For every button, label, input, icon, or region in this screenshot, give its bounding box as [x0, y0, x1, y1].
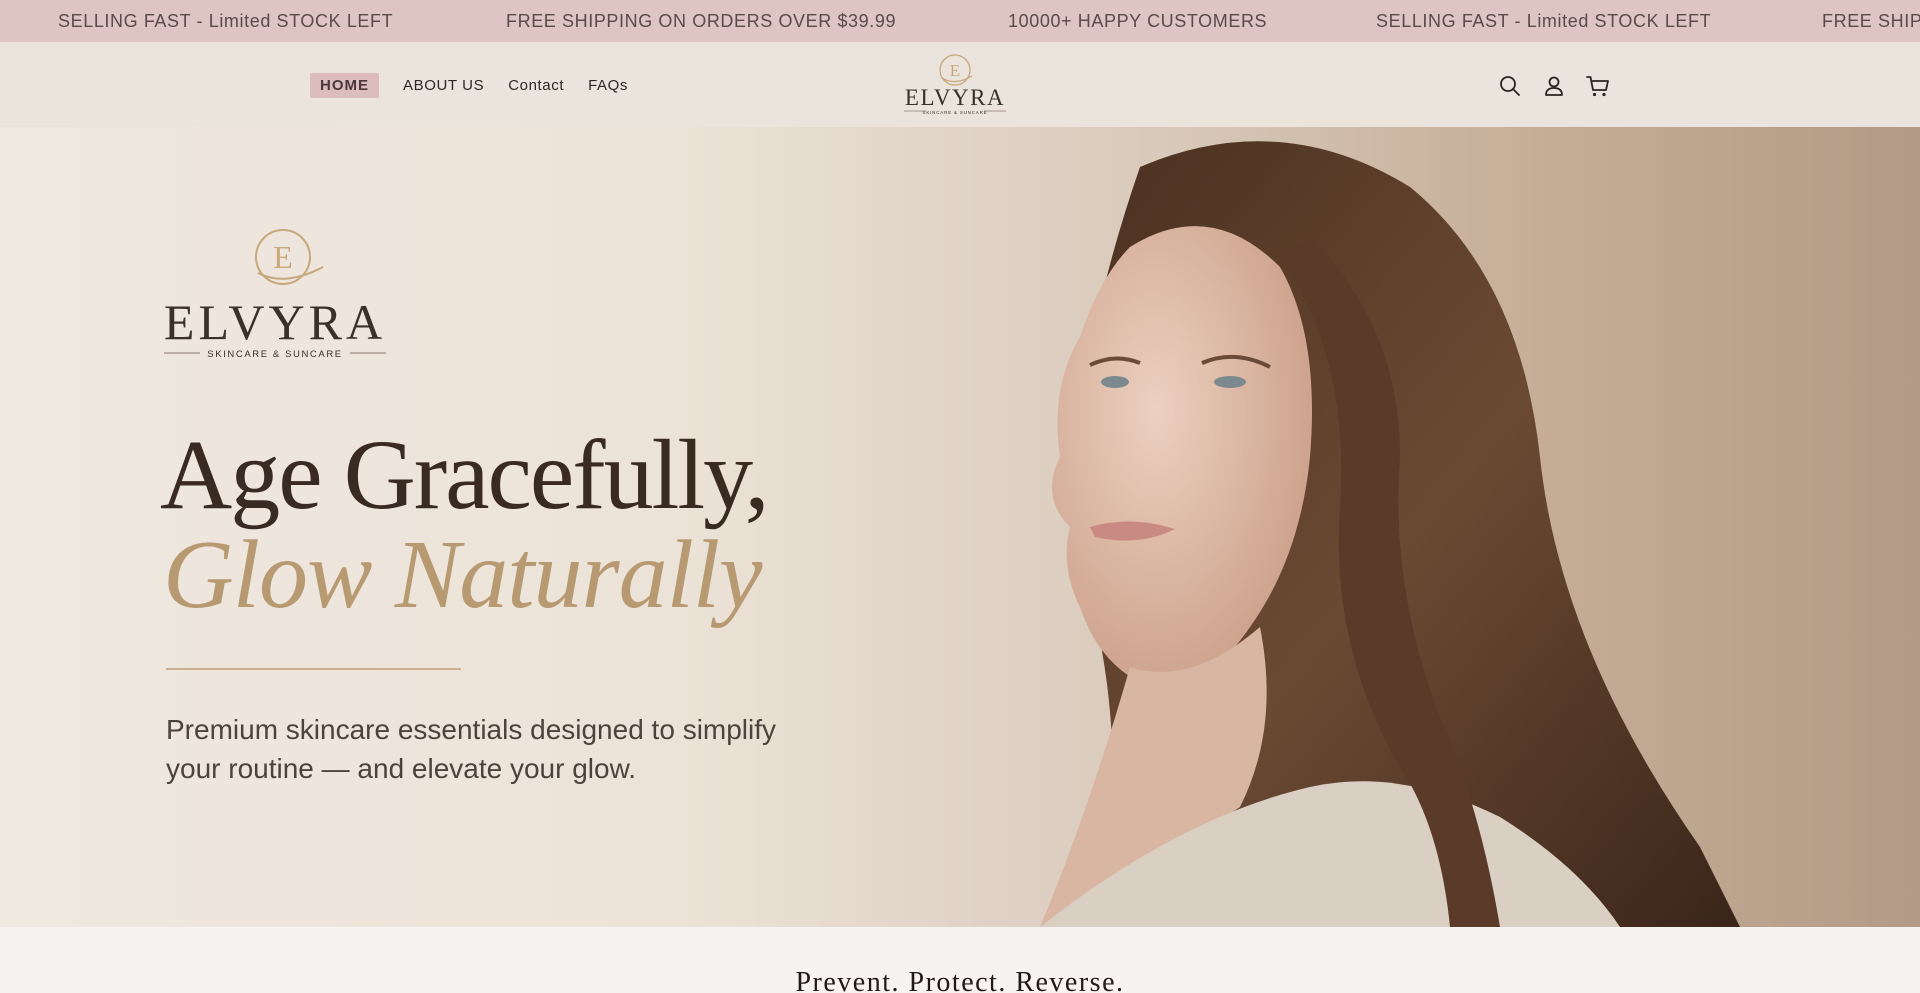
hero-subtext: Premium skincare essentials designed to …: [166, 714, 777, 784]
header-logo[interactable]: E ELVYRA SKINCARE & SUNCARE: [896, 50, 1014, 122]
nav-faqs[interactable]: FAQs: [588, 77, 628, 94]
header-icons: [1496, 72, 1612, 100]
cart-icon[interactable]: [1584, 72, 1612, 100]
nav-home[interactable]: HOME: [310, 72, 379, 98]
hero-banner[interactable]: E ELVYRA SKINCARE & SUNCARE Age Graceful…: [0, 127, 1920, 927]
announcement-message: SELLING FAST - Limited STOCK LEFT: [58, 11, 394, 31]
announcement-message: FREE SHIPPING ON ORDERS OVER $39.99: [506, 11, 897, 31]
announcement-bar: SELLING FAST - Limited STOCK LEFT FREE S…: [0, 0, 1920, 42]
announcement-message: 10000+ HAPPY CUSTOMERS: [1008, 11, 1268, 31]
nav-contact[interactable]: Contact: [508, 77, 564, 94]
header-logo-text: ELVYRA: [905, 85, 1005, 110]
search-icon[interactable]: [1496, 72, 1524, 100]
main-nav: HOME ABOUT US Contact FAQs: [310, 72, 652, 98]
hero-brand-logo: E ELVYRA SKINCARE & SUNCARE: [164, 229, 386, 360]
header-logo-tagline: SKINCARE & SUNCARE: [923, 110, 988, 115]
hero-logo-tagline: SKINCARE & SUNCARE: [207, 349, 342, 360]
account-icon[interactable]: [1540, 72, 1568, 100]
announcement-message: SELLING FAST - Limited STOCK LEFT: [1376, 11, 1712, 31]
hero-logo-text: ELVYRA: [164, 294, 386, 350]
logo-monogram: E: [273, 239, 293, 275]
hero-headline-line2: Glow Naturally: [163, 521, 763, 629]
hero-headline-line1: Age Gracefully,: [160, 419, 770, 530]
section-title: Prevent. Protect. Reverse.: [795, 967, 1125, 993]
logo-monogram: E: [950, 61, 960, 80]
hero-portrait-image: [1040, 141, 1740, 927]
site-header: HOME ABOUT US Contact FAQs E ELVYRA SKIN…: [0, 42, 1920, 127]
nav-about-us[interactable]: ABOUT US: [403, 77, 484, 94]
features-section: Prevent. Protect. Reverse.: [0, 927, 1920, 993]
announcement-message: FREE SHIP: [1822, 11, 1920, 31]
hero-divider: [166, 668, 461, 670]
